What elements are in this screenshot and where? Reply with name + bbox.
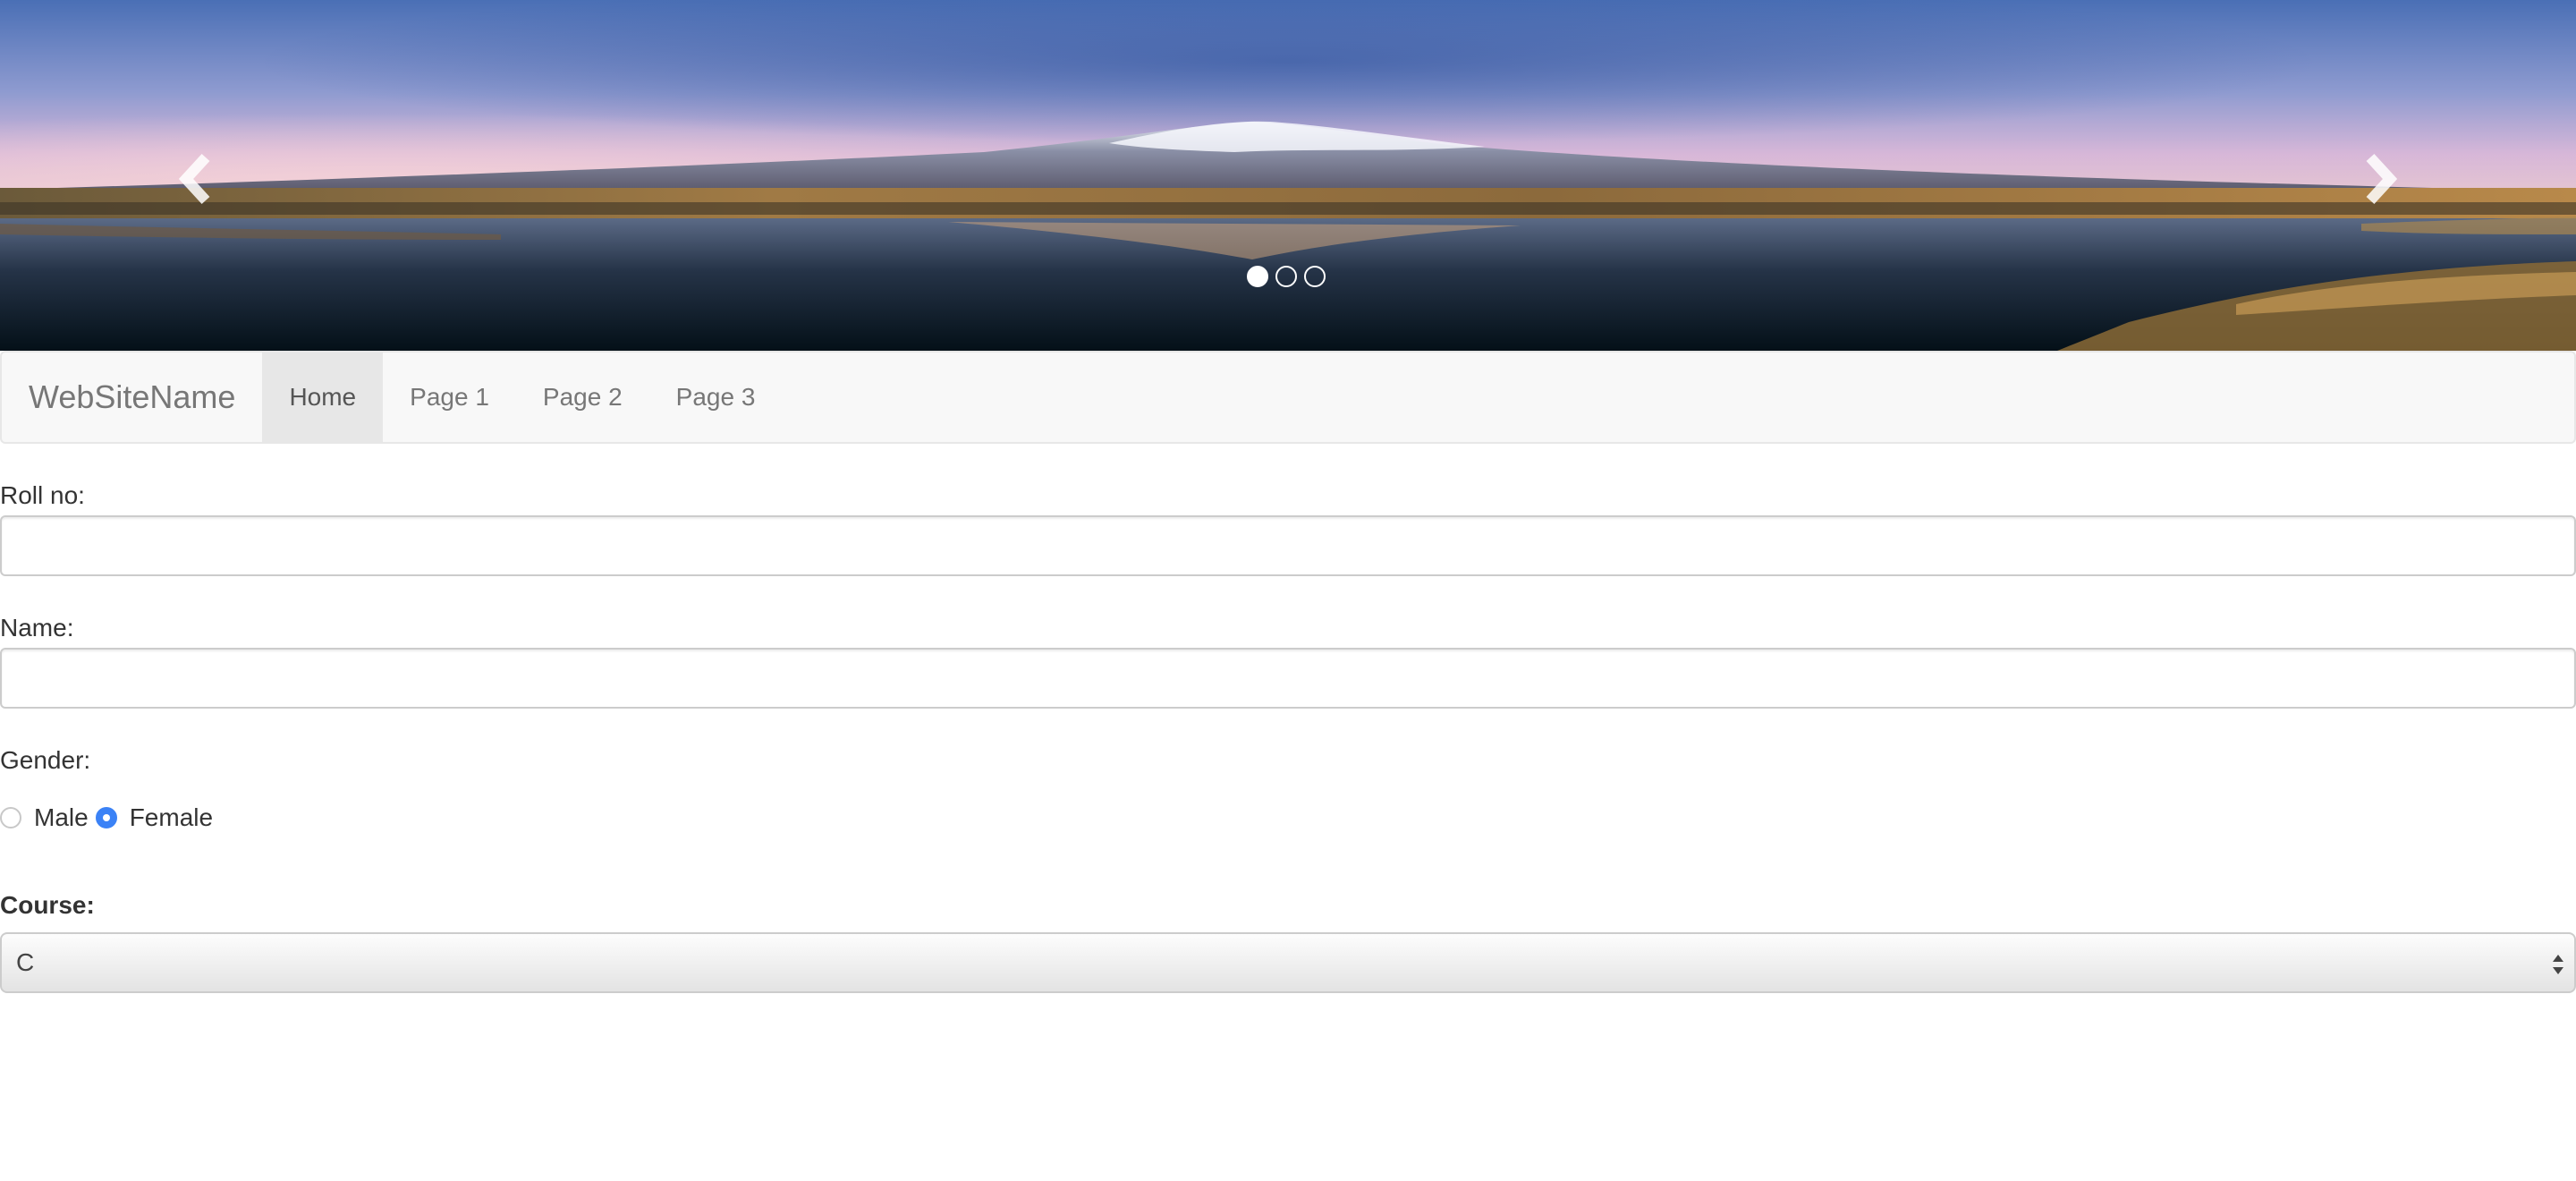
course-select[interactable]: C xyxy=(0,932,2576,993)
gender-female-radio[interactable] xyxy=(95,807,117,828)
carousel-indicators xyxy=(1247,266,1326,287)
name-input[interactable] xyxy=(0,648,2576,709)
navbar: WebSiteName Home Page 1 Page 2 Page 3 xyxy=(0,351,2576,444)
roll-no-label: Roll no: xyxy=(0,481,85,509)
carousel-prev-button[interactable] xyxy=(172,152,225,206)
chevron-right-icon xyxy=(2366,153,2398,205)
nav-item-page-3[interactable]: Page 3 xyxy=(649,353,783,442)
gender-radio-group: Male Female xyxy=(0,800,220,836)
roll-no-input[interactable] xyxy=(0,515,2576,576)
carousel-next-button[interactable] xyxy=(2351,152,2404,206)
course-label: Course: xyxy=(0,891,95,919)
gender-female-label[interactable]: Female xyxy=(130,803,213,832)
carousel-slide-image xyxy=(0,0,2576,351)
nav-item-page-2[interactable]: Page 2 xyxy=(516,353,649,442)
nav-item-home[interactable]: Home xyxy=(262,353,384,442)
course-select-value: C xyxy=(16,948,35,976)
select-updown-icon xyxy=(2553,955,2563,974)
carousel-indicator-3[interactable] xyxy=(1304,266,1326,287)
image-carousel xyxy=(0,0,2576,351)
gender-male-label[interactable]: Male xyxy=(34,803,89,832)
navbar-brand[interactable]: WebSiteName xyxy=(2,353,262,442)
gender-label: Gender: xyxy=(0,746,91,774)
chevron-left-icon xyxy=(178,153,210,205)
gender-male-radio[interactable] xyxy=(0,807,21,828)
nav-item-page-1[interactable]: Page 1 xyxy=(383,353,516,442)
carousel-indicator-1[interactable] xyxy=(1247,266,1268,287)
name-label: Name: xyxy=(0,614,74,641)
carousel-indicator-2[interactable] xyxy=(1275,266,1297,287)
